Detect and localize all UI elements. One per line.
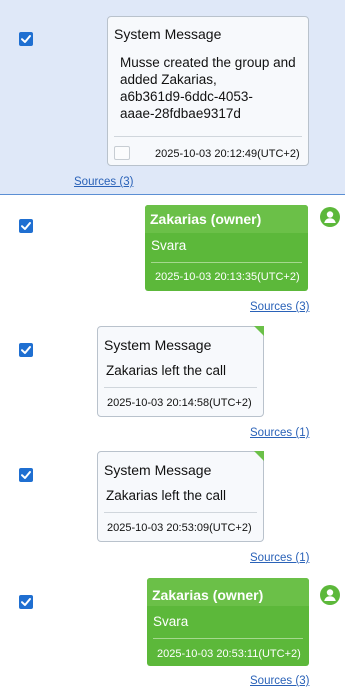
sources-link[interactable]: Sources (3): [250, 301, 309, 313]
message-row-3[interactable]: System Message Zakarias left the call 20…: [0, 320, 345, 444]
sender-name: Zakarias (owner): [152, 587, 264, 603]
message-corner-marker: [254, 326, 264, 336]
message-text: Zakarias left the call: [106, 488, 227, 503]
checkmark-icon: [21, 598, 31, 606]
message-divider: [114, 136, 302, 137]
message-row-5[interactable]: Zakarias (owner) Svara 2025-10-03 20:53:…: [0, 571, 345, 687]
message-text: Svara: [153, 614, 189, 629]
message-timestamp: 2025-10-03 20:53:11(UTC+2): [157, 648, 301, 660]
message-text-line: added Zakarias,: [120, 72, 217, 87]
message-checkbox-1[interactable]: [19, 32, 33, 46]
outgoing-message-bubble-1: Zakarias (owner) Svara 2025-10-03 20:13:…: [145, 205, 308, 291]
message-title: System Message: [114, 26, 222, 42]
sender-name: Zakarias (owner): [150, 211, 262, 227]
message-checkbox-2[interactable]: [19, 219, 33, 233]
message-text: Svara: [151, 238, 187, 253]
message-row-2[interactable]: Zakarias (owner) Svara 2025-10-03 20:13:…: [0, 195, 345, 319]
attachment-placeholder-icon[interactable]: [114, 146, 130, 160]
message-divider: [104, 512, 257, 513]
message-divider: [151, 262, 302, 263]
sources-link[interactable]: Sources (1): [250, 552, 309, 564]
sources-link[interactable]: Sources (3): [250, 675, 309, 687]
message-text-line: a6b361d9-6ddc-4053-: [120, 89, 253, 104]
message-text-line: Musse created the group and: [120, 55, 296, 70]
message-divider: [104, 387, 257, 388]
message-timestamp: 2025-10-03 20:14:58(UTC+2): [107, 397, 252, 409]
message-checkbox-5[interactable]: [19, 595, 33, 609]
message-text-line: aaae-28fdbae9317d: [120, 106, 241, 121]
system-message-bubble-2: System Message Zakarias left the call 20…: [97, 326, 264, 417]
system-message-bubble-1: System Message Musse created the group a…: [107, 16, 309, 166]
sources-link[interactable]: Sources (3): [74, 176, 133, 188]
message-divider: [153, 638, 303, 639]
message-text: Zakarias left the call: [106, 363, 227, 378]
message-row-4[interactable]: System Message Zakarias left the call 20…: [0, 445, 345, 570]
outgoing-message-bubble-2: Zakarias (owner) Svara 2025-10-03 20:53:…: [147, 578, 309, 666]
message-row-1[interactable]: System Message Musse created the group a…: [0, 0, 345, 195]
message-title: System Message: [104, 337, 212, 353]
checkmark-icon: [21, 35, 31, 43]
checkmark-icon: [21, 346, 31, 354]
message-checkbox-4[interactable]: [19, 468, 33, 482]
user-avatar-icon[interactable]: [320, 585, 340, 605]
user-avatar-icon[interactable]: [320, 207, 340, 227]
sources-link[interactable]: Sources (1): [250, 427, 309, 439]
checkmark-icon: [21, 222, 31, 230]
system-message-bubble-3: System Message Zakarias left the call 20…: [97, 451, 264, 542]
message-title: System Message: [104, 462, 212, 478]
message-timestamp: 2025-10-03 20:13:35(UTC+2): [155, 271, 300, 283]
message-timestamp: 2025-10-03 20:12:49(UTC+2): [155, 148, 300, 160]
message-corner-marker: [254, 451, 264, 461]
message-checkbox-3[interactable]: [19, 343, 33, 357]
message-timestamp: 2025-10-03 20:53:09(UTC+2): [107, 522, 252, 534]
checkmark-icon: [21, 471, 31, 479]
